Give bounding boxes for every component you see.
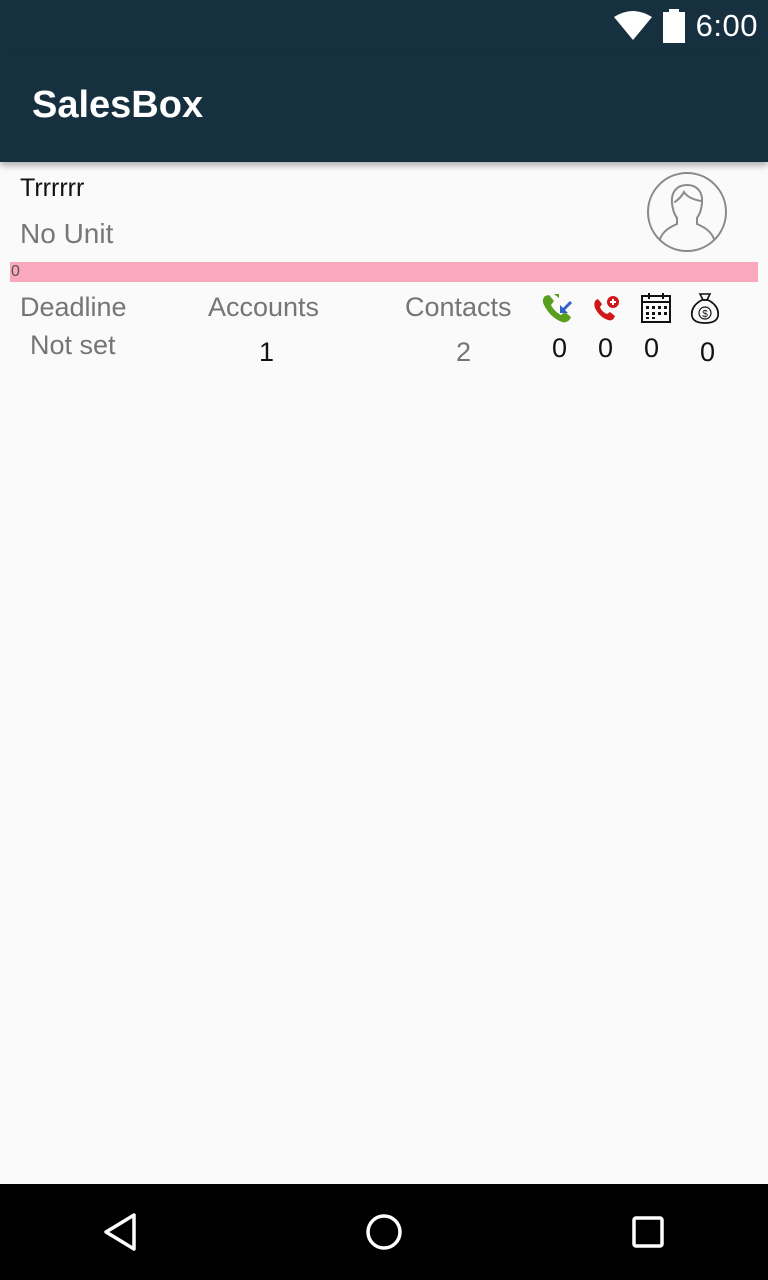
missed-call-icon[interactable]	[590, 292, 624, 324]
incoming-call-count: 0	[552, 333, 568, 363]
money-bag-icon[interactable]: $	[688, 292, 722, 324]
app-bar: SalesBox	[0, 50, 768, 162]
calendar-count: 0	[644, 333, 660, 363]
person-silhouette-icon[interactable]	[646, 171, 728, 253]
accounts-label[interactable]: Accounts	[208, 292, 319, 323]
missed-call-count: 0	[598, 333, 614, 363]
main-content: Trrrrrr No Unit 0 Deadline Not set Accou…	[0, 162, 768, 1184]
recents-icon[interactable]	[628, 1212, 668, 1252]
accounts-value[interactable]: 1	[259, 337, 274, 368]
calendar-icon[interactable]	[639, 292, 673, 324]
money-count: 0	[700, 337, 716, 367]
battery-icon	[662, 9, 685, 43]
contacts-value[interactable]: 2	[456, 337, 471, 368]
user-name: Trrrrrr	[20, 174, 85, 202]
home-icon[interactable]	[364, 1212, 404, 1252]
svg-text:$: $	[702, 309, 708, 320]
back-icon[interactable]	[100, 1212, 140, 1252]
status-time: 6:00	[695, 8, 758, 43]
deadline-value: Not set	[30, 330, 116, 360]
navigation-bar	[0, 1184, 768, 1280]
wifi-icon	[613, 11, 652, 40]
contacts-label[interactable]: Contacts	[405, 292, 512, 323]
app-title: SalesBox	[32, 84, 204, 126]
status-icons: 6:00	[613, 6, 758, 46]
incoming-call-icon[interactable]	[540, 292, 574, 324]
user-unit: No Unit	[20, 218, 114, 249]
progress-bar: 0	[10, 262, 758, 282]
progress-label: 0	[11, 263, 20, 280]
status-bar: 6:00	[0, 0, 768, 50]
deadline-label: Deadline	[20, 292, 127, 322]
